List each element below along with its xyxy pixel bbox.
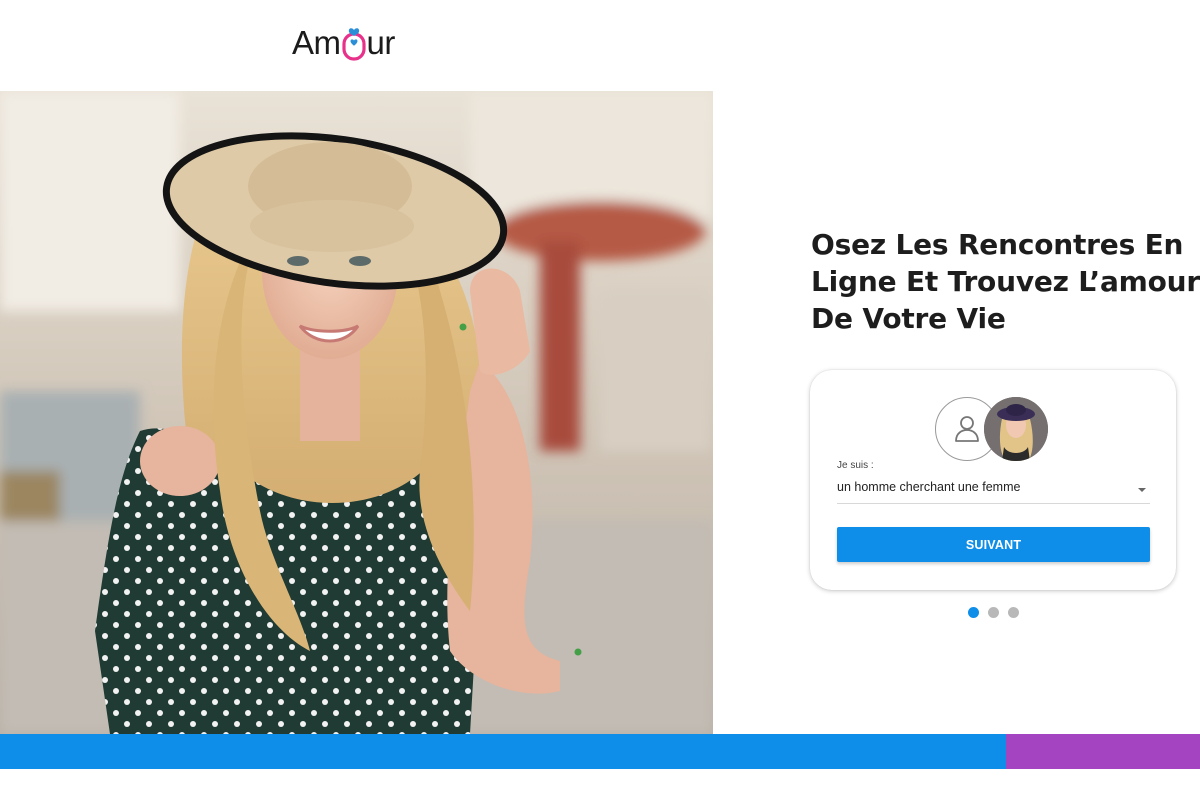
gender-select[interactable]: un homme cherchant une femme xyxy=(837,476,1150,504)
footer-band-purple xyxy=(1006,734,1200,769)
pagination-dots xyxy=(968,607,1019,618)
avatar-group xyxy=(935,397,1049,461)
headline: Osez Les Rencontres En Ligne Et Trouvez … xyxy=(811,226,1200,337)
field-label: Je suis : xyxy=(837,460,874,471)
hero-photo xyxy=(0,91,713,734)
pagination-dot-1[interactable] xyxy=(968,607,979,618)
signup-card: Je suis : un homme cherchant une femme S… xyxy=(810,370,1176,590)
logo-text-start: Am xyxy=(292,24,341,61)
pagination-dot-2[interactable] xyxy=(988,607,999,618)
select-value: un homme cherchant une femme xyxy=(837,480,1021,494)
woman-profile-photo xyxy=(984,397,1048,461)
logo-text-end: ur xyxy=(366,24,396,61)
header: Am ur xyxy=(0,0,1200,91)
logo[interactable]: Am ur xyxy=(292,24,395,62)
next-button[interactable]: SUIVANT xyxy=(837,527,1150,562)
headline-line-1: Osez Les Rencontres En xyxy=(811,228,1184,261)
headline-line-3: De Votre Vie xyxy=(811,302,1006,335)
landing-page: Am ur Osez Les Rencontres En Ligne Et Tr… xyxy=(0,0,1200,800)
headline-line-2: Ligne Et Trouvez L’amour xyxy=(811,265,1200,298)
dropdown-arrow-icon xyxy=(1138,488,1146,492)
logo-heart-o-icon xyxy=(341,26,366,62)
pagination-dot-3[interactable] xyxy=(1008,607,1019,618)
footer-band-blue xyxy=(0,734,1006,769)
